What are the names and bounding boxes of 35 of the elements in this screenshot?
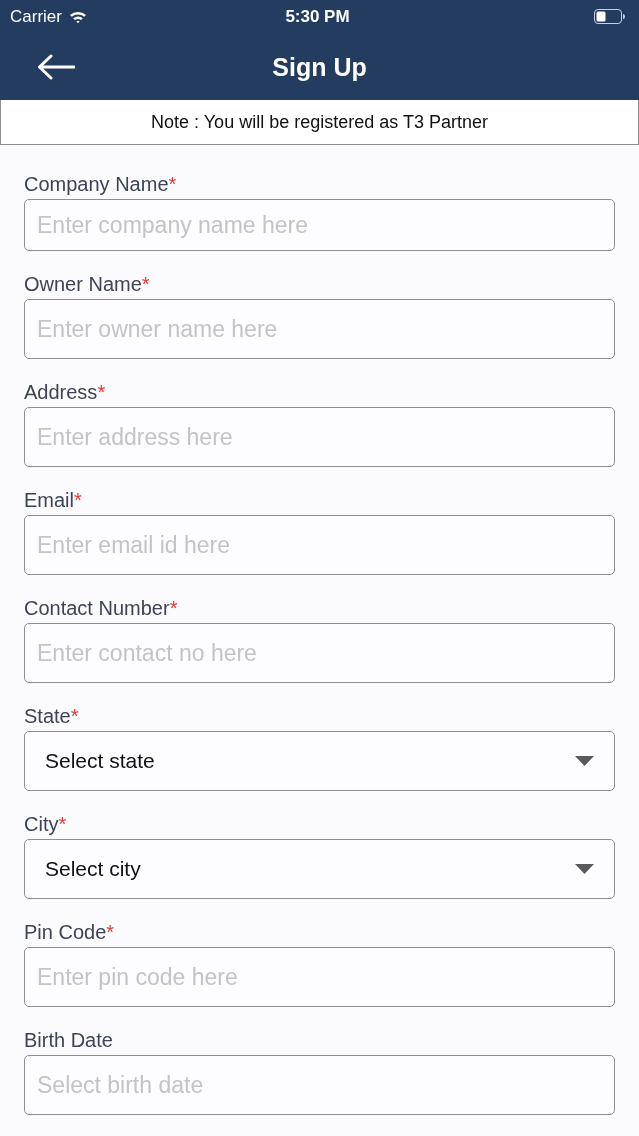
field-label: Contact Number bbox=[24, 596, 170, 621]
field-label: Address bbox=[24, 380, 98, 405]
dropdown-select[interactable]: Select state bbox=[24, 731, 615, 791]
carrier-name: Carrier bbox=[10, 6, 62, 27]
required-mark: * bbox=[141, 272, 150, 297]
field-label: Owner Name bbox=[24, 272, 142, 297]
text-input[interactable]: Enter email id here bbox=[24, 515, 615, 575]
required-mark: * bbox=[74, 488, 82, 513]
text-input[interactable]: Enter owner name here bbox=[24, 299, 615, 359]
field-label: City bbox=[24, 812, 59, 837]
dropdown-select[interactable]: Select city bbox=[24, 839, 615, 899]
text-input[interactable]: Enter pin code here bbox=[24, 947, 615, 1007]
note-text: Note : You will be registered as T3 Partner bbox=[151, 111, 488, 133]
text-input[interactable]: Enter address here bbox=[24, 407, 615, 467]
required-mark: * bbox=[97, 380, 106, 405]
date-input[interactable]: Select birth date bbox=[24, 1055, 615, 1115]
wifi-icon bbox=[68, 9, 87, 24]
field-label: Birth Date bbox=[24, 1028, 113, 1053]
field-label: Company Name bbox=[24, 172, 169, 197]
text-input[interactable]: Enter company name here bbox=[24, 199, 615, 251]
battery-icon bbox=[594, 9, 625, 24]
field-label: State bbox=[24, 704, 71, 729]
required-mark: * bbox=[168, 172, 177, 197]
text-input[interactable]: Enter contact no here bbox=[24, 623, 615, 683]
required-mark: * bbox=[106, 920, 115, 945]
status-time: 5:30 PM bbox=[285, 6, 350, 27]
caret-icon bbox=[575, 756, 594, 766]
required-mark: * bbox=[169, 596, 178, 621]
field-label: Pin Code bbox=[24, 920, 107, 945]
screen-title: Sign Up bbox=[272, 51, 367, 82]
caret-icon bbox=[575, 864, 594, 874]
back-arrow-icon bbox=[37, 53, 75, 80]
required-mark: * bbox=[70, 704, 79, 729]
required-mark: * bbox=[58, 812, 67, 837]
field-label: Email bbox=[24, 488, 74, 513]
